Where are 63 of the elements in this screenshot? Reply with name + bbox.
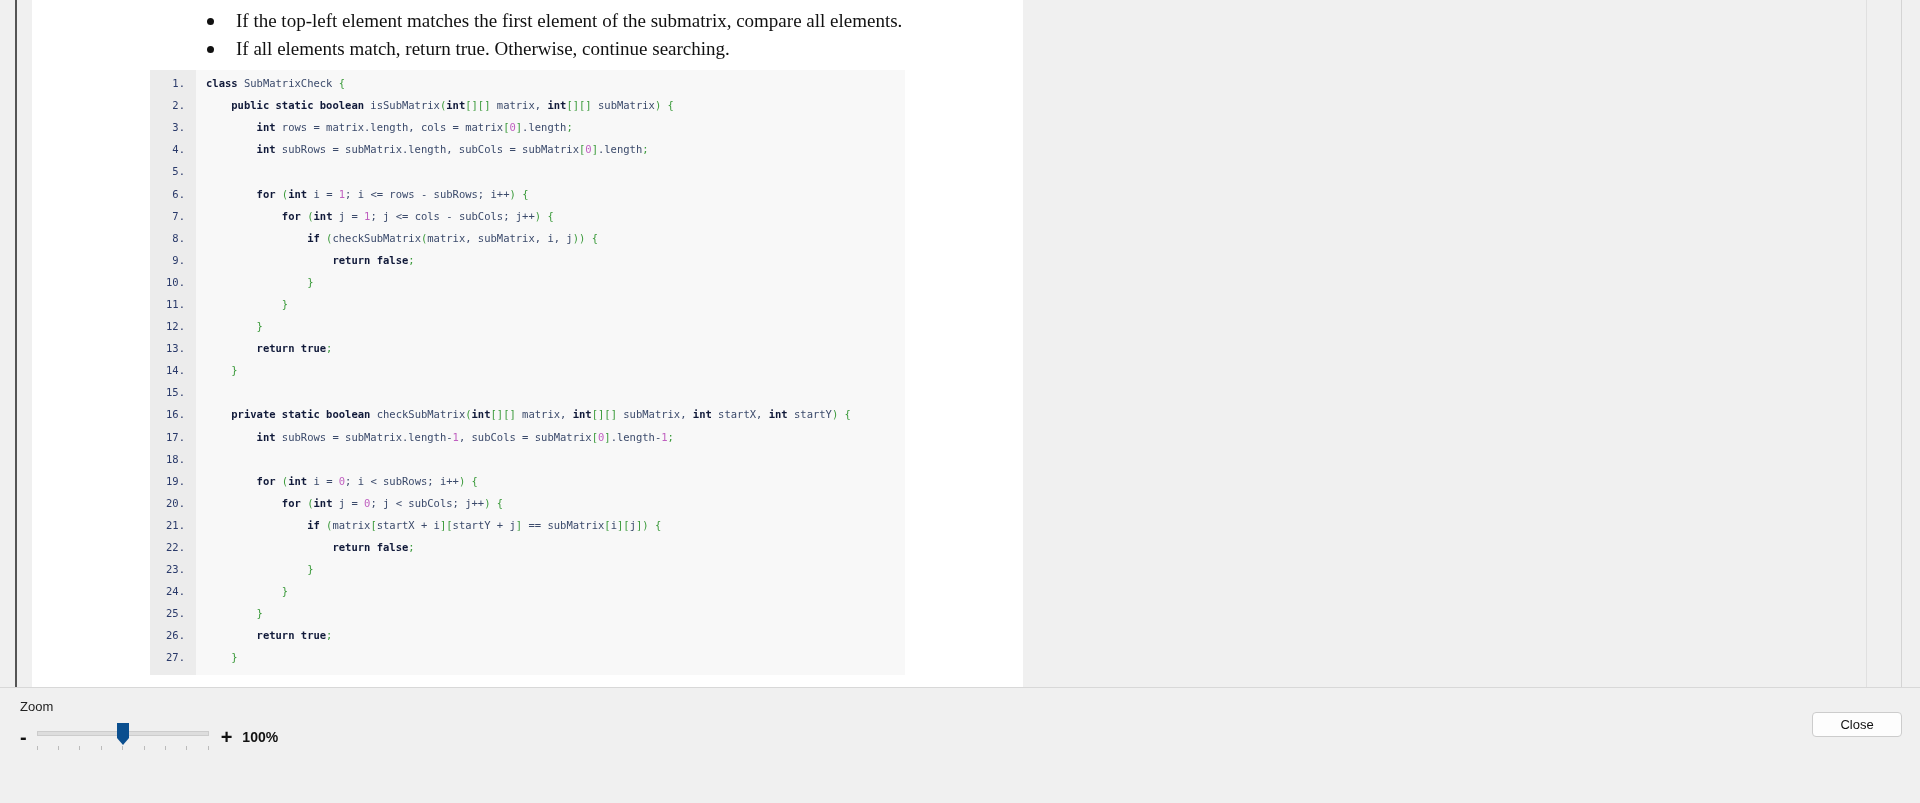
code-line: for (int i = 0; i < subRows; i++) { xyxy=(255,474,478,487)
code-line: public static boolean isSubMatrix(int[][] matrix, int[][] subMatrix) { xyxy=(230,99,674,112)
code-line: } xyxy=(230,364,238,377)
line-number: 11. xyxy=(165,298,185,310)
code-line: } xyxy=(280,585,289,598)
line-number: 10. xyxy=(165,275,185,288)
code-line: if (checkSubMatrix(matrix, subMatrix, i, j)) { xyxy=(306,231,598,244)
line-number: 8. xyxy=(171,231,185,244)
zoom-out-button[interactable]: - xyxy=(20,725,27,749)
line-number: 19. xyxy=(165,474,185,487)
code-line: private static boolean checkSubMatrix(int[][] matrix, int[][] subMatrix, int startX, int startY) { xyxy=(230,408,851,421)
line-number: 25. xyxy=(165,607,185,620)
line-number: 24. xyxy=(165,585,185,598)
bullet-text: If the top-left element matches the first element of the submatrix, compare all elements. xyxy=(236,10,903,32)
close-button[interactable]: Close xyxy=(1812,712,1902,737)
code-line: return false; xyxy=(331,253,415,266)
line-number: 9. xyxy=(171,253,185,266)
line-number: 5. xyxy=(171,165,185,178)
code-line: } xyxy=(255,607,263,620)
line-number: 16. xyxy=(165,408,185,421)
code-line: for (int j = 1; j <= cols - subCols; j++) { xyxy=(280,209,554,222)
line-number: 15. xyxy=(165,386,185,399)
line-number: 22. xyxy=(165,541,185,553)
line-number: 20. xyxy=(165,496,185,509)
code-line: for (int i = 1; i <= rows - subRows; i++) { xyxy=(255,187,529,200)
zoom-percentage: 100% xyxy=(242,729,279,745)
bullet-icon xyxy=(207,17,214,25)
code-line: return true; xyxy=(255,342,333,355)
zoom-slider[interactable] xyxy=(36,722,209,752)
bullet-text: If all elements match, return true. Otherwise, continue searching. xyxy=(236,38,730,60)
line-number: 18. xyxy=(165,452,185,465)
code-line: } xyxy=(306,563,314,576)
line-number: 13. xyxy=(165,342,185,355)
line-number: 12. xyxy=(165,320,185,333)
code-line: int rows = matrix.length, cols = matrix[0].length; xyxy=(255,121,573,134)
code-line: for (int j = 0; j < subCols; j++) { xyxy=(280,496,504,509)
zoom-in-button[interactable]: + xyxy=(220,725,233,749)
line-number: 26. xyxy=(165,629,185,642)
line-number: 21. xyxy=(165,518,185,531)
code-line: class SubMatrixCheck { xyxy=(206,77,346,90)
code-line: int subRows = subMatrix.length-1, subCols = subMatrix[0].length-1; xyxy=(255,430,674,443)
line-number: 6. xyxy=(171,187,185,200)
line-number: 4. xyxy=(171,143,185,156)
bullet-icon xyxy=(207,45,214,53)
zoom-label: Zoom xyxy=(20,699,55,714)
code-line: } xyxy=(280,298,289,310)
line-number: 3. xyxy=(171,121,185,134)
scrollbar-track[interactable] xyxy=(1866,0,1902,687)
line-number: 1. xyxy=(171,77,185,90)
line-number: 2. xyxy=(171,99,185,112)
line-number: 17. xyxy=(165,430,185,443)
line-number: 27. xyxy=(165,651,185,664)
code-line: } xyxy=(230,651,238,664)
code-line: } xyxy=(255,320,263,333)
slider-thumb[interactable] xyxy=(115,722,130,746)
line-number: 7. xyxy=(171,209,185,222)
code-line: if (matrix[startX + i][startY + j] == subMatrix[i][j]) { xyxy=(306,518,662,531)
code-line: return true; xyxy=(255,629,333,642)
code-line: return false; xyxy=(331,541,415,553)
line-number: 23. xyxy=(165,563,185,576)
code-line: } xyxy=(306,275,314,288)
code-line: int subRows = subMatrix.length, subCols = subMatrix[0].length; xyxy=(255,143,649,156)
line-number: 14. xyxy=(165,364,185,377)
